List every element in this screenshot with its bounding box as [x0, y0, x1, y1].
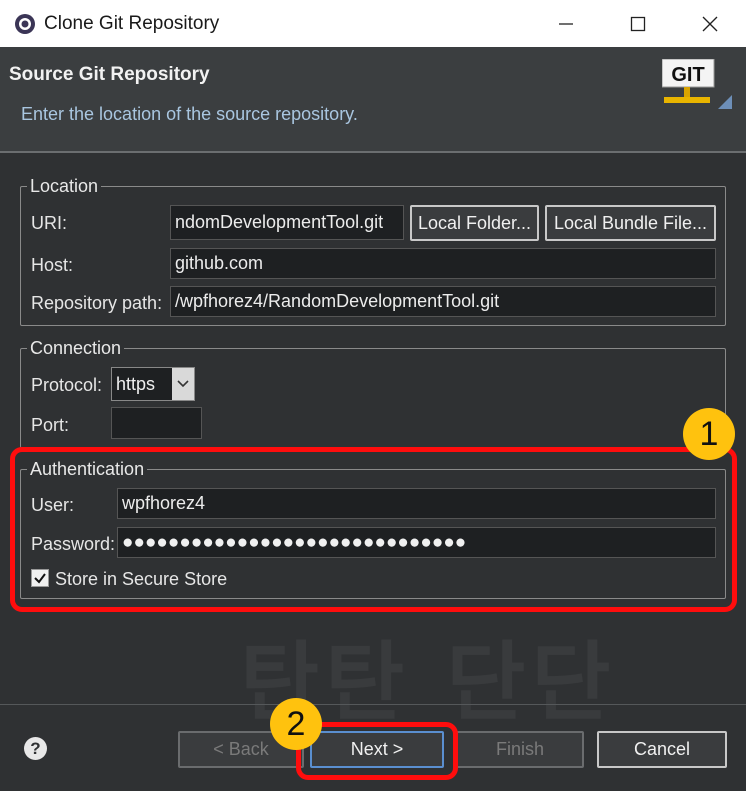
chevron-down-icon	[172, 368, 194, 400]
eclipse-gear-icon	[12, 11, 38, 37]
page-title: Source Git Repository	[9, 64, 210, 85]
annotation-badge-1: 1	[683, 408, 735, 460]
uri-label: URI:	[31, 213, 67, 233]
host-label: Host:	[31, 255, 74, 275]
close-icon	[702, 16, 718, 31]
cancel-button[interactable]: Cancel	[597, 731, 727, 768]
close-button[interactable]	[674, 0, 746, 47]
connection-legend: Connection	[30, 338, 122, 358]
protocol-value: https	[116, 373, 156, 394]
annotation-badge-2: 2	[270, 698, 322, 750]
host-input[interactable]: github.com	[170, 248, 716, 279]
git-logo: GIT	[661, 58, 732, 119]
wizard-header: Source Git Repository Enter the location…	[0, 47, 746, 153]
port-input[interactable]	[111, 407, 202, 439]
title-bar: Clone Git Repository	[0, 0, 746, 47]
repository-path-input[interactable]: /wpfhorez4/RandomDevelopmentTool.git	[170, 286, 716, 317]
footer-divider	[0, 704, 746, 705]
local-bundle-file-button[interactable]: Local Bundle File...	[545, 205, 716, 241]
window-title: Clone Git Repository	[44, 12, 220, 34]
page-description: Enter the location of the source reposit…	[21, 104, 358, 124]
minimize-button[interactable]	[530, 0, 602, 47]
uri-input[interactable]: ndomDevelopmentTool.git	[170, 205, 404, 240]
maximize-button[interactable]	[602, 0, 674, 47]
maximize-icon	[630, 16, 646, 31]
protocol-select[interactable]: https	[111, 367, 195, 401]
help-icon[interactable]: ?	[24, 737, 47, 760]
annotation-box-authentication	[10, 447, 737, 612]
finish-button[interactable]: Finish	[456, 731, 584, 768]
minimize-icon	[559, 22, 573, 25]
protocol-label: Protocol:	[31, 375, 103, 395]
local-folder-button[interactable]: Local Folder...	[410, 205, 539, 241]
svg-text:GIT: GIT	[671, 64, 704, 86]
repository-path-label: Repository path:	[31, 293, 163, 313]
location-legend: Location	[30, 176, 99, 196]
port-label: Port:	[31, 415, 70, 435]
